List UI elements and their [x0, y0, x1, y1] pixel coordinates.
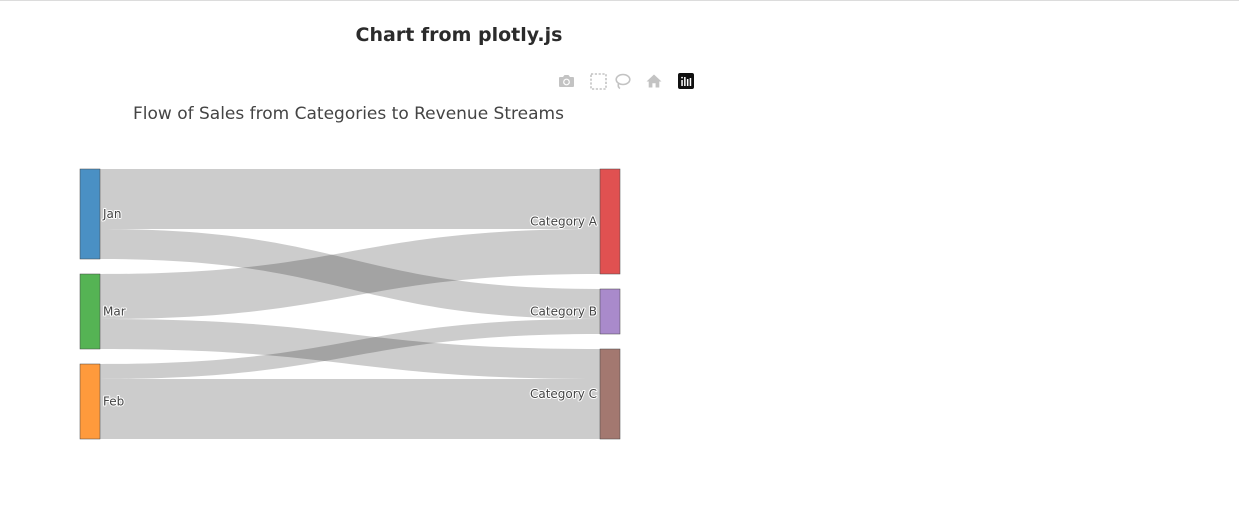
- sankey-node-label: Mar: [103, 305, 126, 319]
- chart-title: Flow of Sales from Categories to Revenue…: [133, 104, 564, 124]
- sankey-link-jan-to-category-a[interactable]: [100, 169, 600, 229]
- sankey-node-label: Category C: [530, 387, 597, 401]
- sankey-node-jan[interactable]: [79, 168, 101, 260]
- sankey-node-category-b[interactable]: [599, 288, 621, 335]
- sankey-link-feb-to-category-c[interactable]: [100, 379, 600, 439]
- sankey-node-label: Category B: [530, 305, 597, 319]
- sankey-node-feb[interactable]: [79, 363, 101, 440]
- sankey-node-label: Jan: [102, 207, 122, 221]
- sankey-node-category-a[interactable]: [599, 168, 621, 275]
- sankey-links: [100, 169, 600, 439]
- sankey-node-label: Feb: [103, 395, 124, 409]
- sankey-node-category-c[interactable]: [599, 348, 621, 440]
- sankey-node-label: Category A: [530, 215, 598, 229]
- sankey-chart: Flow of Sales from Categories to Revenue…: [79, 104, 621, 440]
- sankey-node-mar[interactable]: [79, 273, 101, 350]
